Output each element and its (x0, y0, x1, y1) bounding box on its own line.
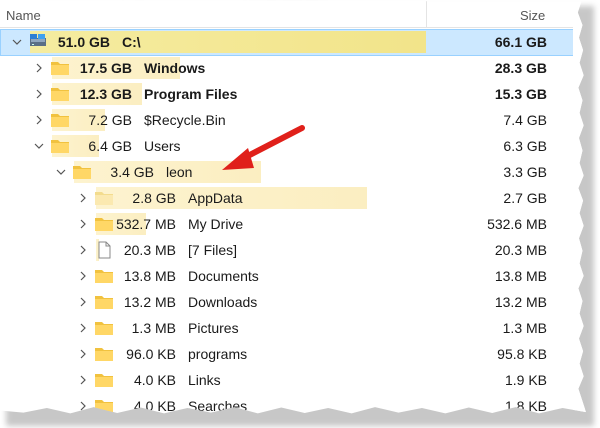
chevron-down-icon[interactable] (54, 165, 68, 179)
folder-icon (51, 114, 69, 127)
tree-row[interactable]: 2.8 GB AppData 2.7 GB (0, 185, 573, 211)
tree-row[interactable]: 13.2 MB Downloads 13.2 MB (0, 289, 573, 315)
size-value: 7.4 GB (503, 112, 547, 128)
item-name[interactable]: Pictures (188, 320, 239, 336)
size-value: 3.3 GB (503, 164, 547, 180)
chevron-right-icon[interactable] (76, 295, 90, 309)
file-icon (98, 241, 111, 259)
allocated-size: 7.2 GB (88, 112, 132, 128)
item-name[interactable]: My Drive (188, 216, 243, 232)
item-name[interactable]: C:\ (122, 34, 141, 50)
folder-icon (95, 374, 113, 387)
item-name[interactable]: leon (166, 164, 192, 180)
tree-row[interactable]: 12.3 GB Program Files 15.3 GB (0, 81, 573, 107)
item-name[interactable]: programs (188, 346, 247, 362)
size-value: 28.3 GB (494, 60, 547, 76)
folder-icon (51, 88, 69, 101)
item-name[interactable]: Documents (188, 268, 259, 284)
size-value: 1.3 MB (502, 320, 547, 336)
folder-icon (95, 322, 113, 335)
folder-icon (95, 270, 113, 283)
size-value: 15.3 GB (494, 86, 547, 102)
allocated-size: 1.3 MB (131, 320, 176, 336)
allocated-size: 12.3 GB (79, 86, 132, 102)
chevron-right-icon[interactable] (76, 191, 90, 205)
folder-icon (95, 296, 113, 309)
item-name[interactable]: Windows (144, 60, 205, 76)
size-value: 2.7 GB (503, 190, 547, 206)
tree-row[interactable]: 96.0 KB programs 95.8 KB (0, 341, 573, 367)
chevron-down-icon[interactable] (32, 139, 46, 153)
size-value: 13.2 MB (494, 294, 547, 310)
size-value: 66.1 GB (494, 34, 547, 50)
folder-icon (51, 62, 69, 75)
allocated-size: 6.4 GB (88, 138, 132, 154)
allocated-size: 51.0 GB (57, 34, 110, 50)
allocated-size: 17.5 GB (79, 60, 132, 76)
size-value: 532.6 MB (487, 216, 547, 232)
tree-row[interactable]: 17.5 GB Windows 28.3 GB (0, 55, 573, 81)
allocated-size: 4.0 KB (133, 372, 176, 388)
item-name[interactable]: Program Files (144, 86, 237, 102)
item-name[interactable]: $Recycle.Bin (144, 112, 226, 128)
tree-row[interactable]: 532.7 MB My Drive 532.6 MB (0, 211, 573, 237)
tree-row[interactable]: 20.3 MB [7 Files] 20.3 MB (0, 237, 573, 263)
chevron-right-icon[interactable] (76, 243, 90, 257)
size-value: 20.3 MB (494, 242, 547, 258)
size-value: 1.9 KB (504, 372, 547, 388)
chevron-right-icon[interactable] (76, 269, 90, 283)
tree-row[interactable]: 4.0 KB Links 1.9 KB (0, 367, 573, 393)
tree-row[interactable]: 13.8 MB Documents 13.8 MB (0, 263, 573, 289)
allocated-size: 13.8 MB (123, 268, 176, 284)
item-name[interactable]: Users (144, 138, 181, 154)
folder-icon (73, 166, 91, 179)
folder-light-icon (95, 192, 113, 205)
red-arrow-annotation (222, 125, 305, 170)
drive-icon (30, 34, 46, 46)
item-name[interactable]: Links (188, 372, 221, 388)
chevron-right-icon[interactable] (32, 113, 46, 127)
name-column-header[interactable]: Name (6, 8, 41, 23)
tree-row[interactable]: 51.0 GB C:\ 66.1 GB (0, 29, 574, 56)
allocated-size: 3.4 GB (110, 164, 154, 180)
chevron-right-icon[interactable] (76, 373, 90, 387)
allocated-size: 96.0 KB (126, 346, 176, 362)
chevron-right-icon[interactable] (76, 347, 90, 361)
chevron-right-icon[interactable] (32, 61, 46, 75)
chevron-right-icon[interactable] (32, 87, 46, 101)
folder-icon (95, 348, 113, 361)
allocated-size: 2.8 GB (132, 190, 176, 206)
allocated-size: 13.2 MB (123, 294, 176, 310)
chevron-right-icon[interactable] (76, 321, 90, 335)
allocated-size: 20.3 MB (123, 242, 176, 258)
size-value: 95.8 KB (497, 346, 547, 362)
size-value: 13.8 MB (494, 268, 547, 284)
item-name[interactable]: AppData (188, 190, 242, 206)
tree-view: Name Size 51.0 GB C:\ 66.1 GB 17.5 GB Window… (0, 0, 586, 414)
item-name[interactable]: [7 Files] (188, 242, 237, 258)
item-name[interactable]: Downloads (188, 294, 257, 310)
allocated-size: 532.7 MB (116, 216, 176, 232)
size-column-header[interactable]: Size (520, 8, 545, 23)
column-divider[interactable] (426, 0, 427, 27)
folder-icon (51, 140, 69, 153)
chevron-down-icon[interactable] (10, 35, 24, 49)
chevron-right-icon[interactable] (76, 217, 90, 231)
tree-row[interactable]: 1.3 MB Pictures 1.3 MB (0, 315, 573, 341)
size-value: 6.3 GB (503, 138, 547, 154)
column-header: Name Size (0, 0, 586, 28)
folder-icon (95, 218, 113, 231)
